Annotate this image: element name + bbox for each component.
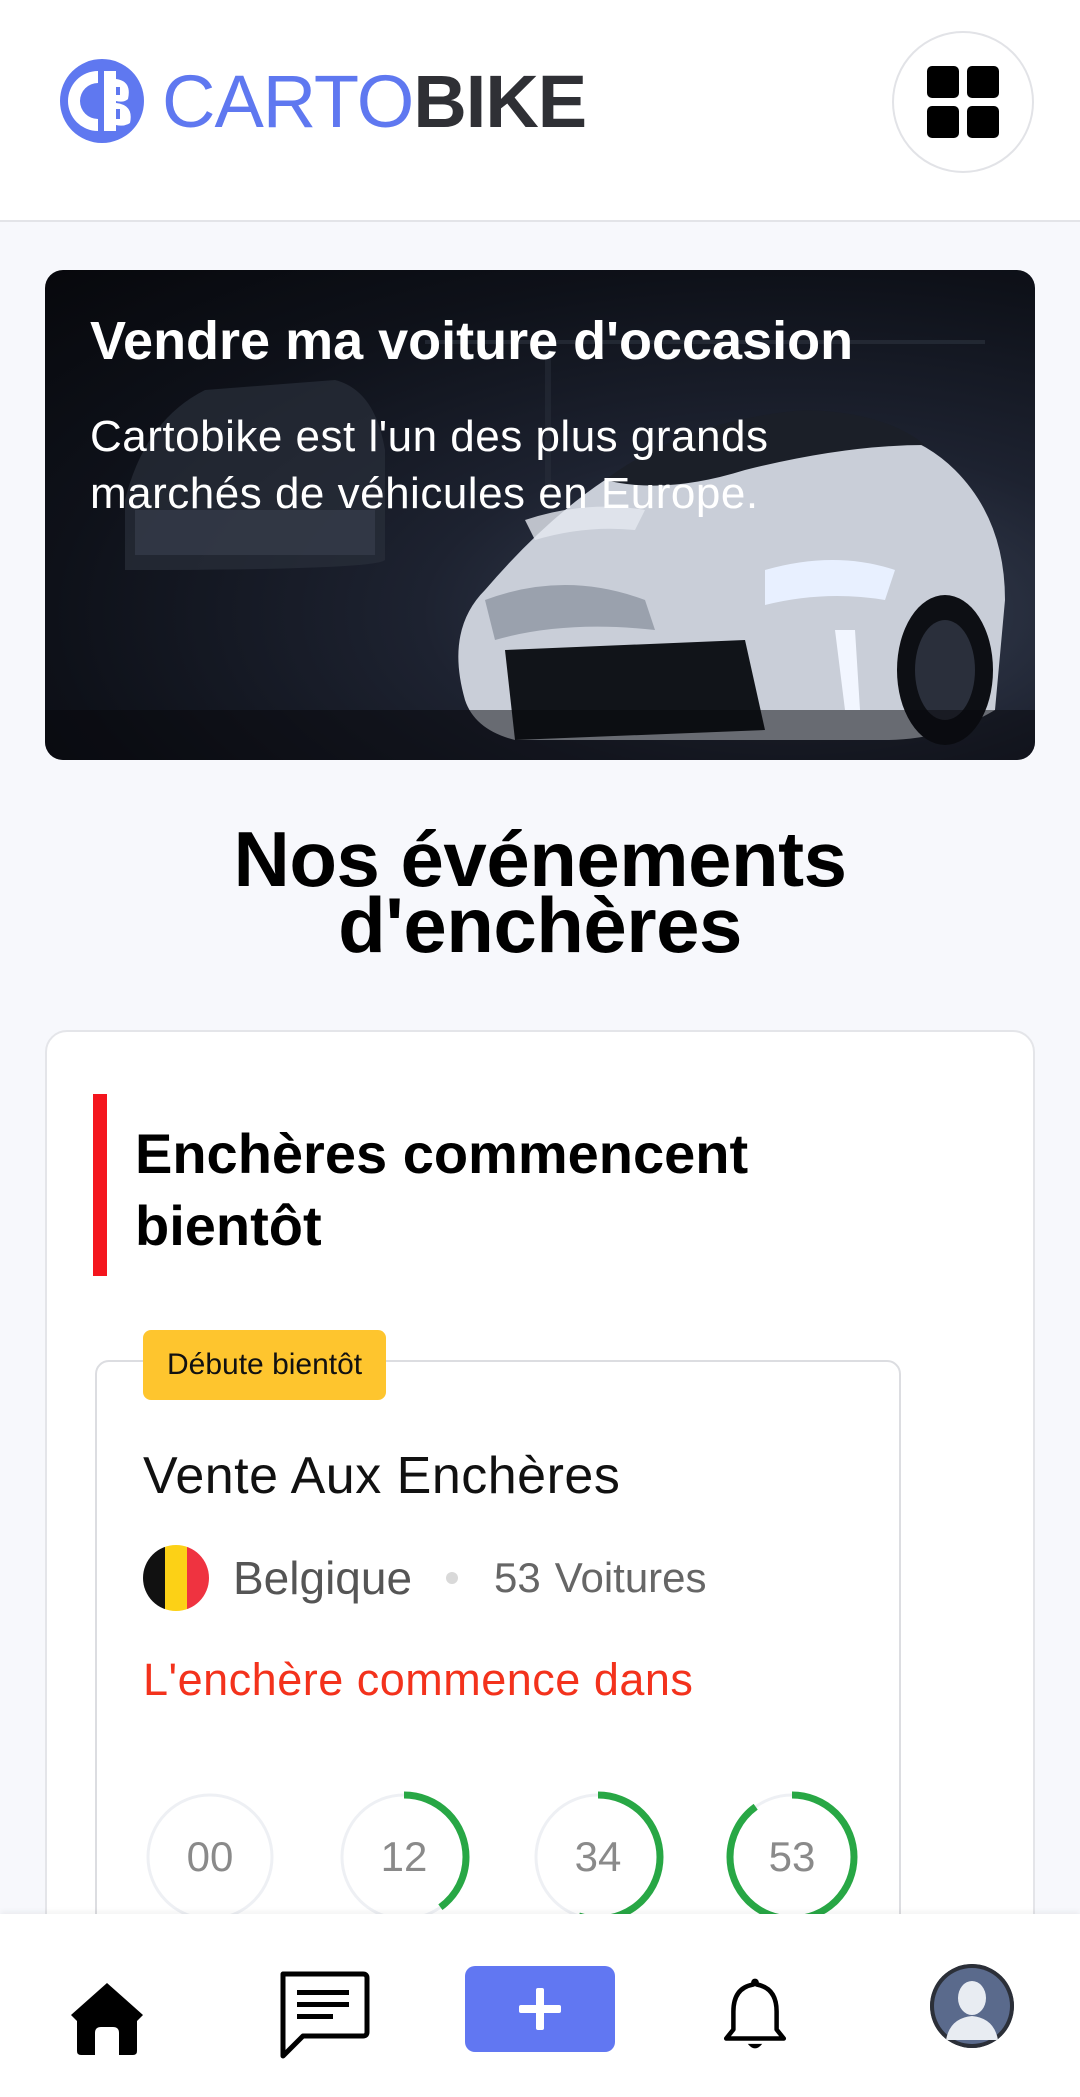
car-count: 53	[494, 1554, 541, 1601]
car-count-label: Voitures	[554, 1554, 707, 1601]
starts-in-label: L'enchère commence dans	[143, 1654, 694, 1705]
countdown-value: 34	[574, 1833, 622, 1880]
countdown-hours: 12	[337, 1790, 471, 1924]
cartobike-logo[interactable]: CARTOBIKE	[58, 56, 587, 146]
nav-add-button[interactable]	[465, 1966, 615, 2052]
countdown-days: 00	[143, 1790, 277, 1924]
countdown-value: 12	[380, 1833, 428, 1880]
countdown-minutes: 34	[531, 1790, 665, 1924]
hero-title: Vendre ma voiture d'occasion	[90, 311, 854, 371]
separator-dot	[446, 1572, 459, 1584]
countdown-value: 53	[768, 1833, 816, 1880]
app-header: CARTOBIKE	[0, 0, 1080, 222]
nav-notifications[interactable]	[710, 1966, 800, 2066]
card-accent-bar	[93, 1094, 107, 1276]
belgium-flag-icon	[143, 1545, 209, 1611]
nav-home[interactable]	[62, 1972, 152, 2062]
event-meta: Belgique 53 Voitures	[143, 1544, 707, 1612]
countdown-seconds: 53	[725, 1790, 859, 1924]
card-heading: Enchères commencent bientôt	[135, 1122, 749, 1257]
home-icon	[71, 1983, 143, 2055]
nav-profile[interactable]	[930, 1964, 1014, 2048]
events-section-title: Nos événements d'enchères	[0, 820, 1080, 969]
bell-icon	[723, 1978, 787, 2049]
logo-text: CARTOBIKE	[162, 59, 587, 144]
countdown-value: 00	[186, 1833, 234, 1880]
events-title-line2: d'enchères	[338, 881, 742, 969]
menu-button[interactable]	[892, 31, 1034, 173]
event-title: Vente Aux Enchères	[143, 1447, 621, 1505]
grid-icon	[927, 66, 999, 138]
bottom-navigation	[0, 1914, 1080, 2097]
logo-text-bold: BIKE	[413, 59, 587, 143]
nav-messages[interactable]	[275, 1966, 371, 2062]
event-country: Belgique	[233, 1552, 413, 1604]
avatar-icon	[930, 1964, 1014, 2048]
logo-text-light: CARTO	[162, 59, 414, 143]
hero-subtitle: Cartobike est l'un des plus grands march…	[90, 412, 769, 518]
chat-icon	[280, 1971, 370, 2059]
add-icon	[519, 1988, 561, 2030]
cartobike-logo-icon	[60, 59, 144, 143]
status-badge: Débute bientôt	[143, 1330, 387, 1400]
hero-banner[interactable]: Vendre ma voiture d'occasion Cartobike e…	[45, 270, 1035, 760]
